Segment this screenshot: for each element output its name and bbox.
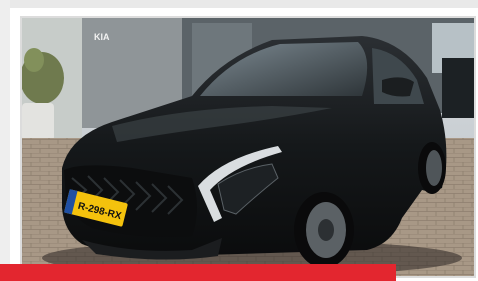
left-border — [0, 0, 10, 281]
side-mirror — [382, 77, 414, 97]
car-photo-illustration: KIA R-298-RX — [22, 18, 474, 276]
listing-photo-card: KIA R-298-RX — [0, 0, 478, 281]
top-border — [0, 0, 478, 8]
accent-bar — [0, 264, 396, 281]
front-wheel — [294, 192, 354, 268]
planter-pot — [22, 103, 54, 141]
dealer-sign: KIA — [94, 32, 110, 42]
rear-wheel — [418, 142, 446, 194]
other-car — [442, 58, 474, 118]
car-photo[interactable]: KIA R-298-RX — [22, 18, 474, 276]
